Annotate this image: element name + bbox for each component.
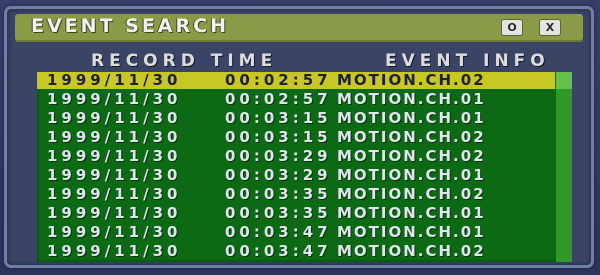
event-time: 00:03:29 [225, 147, 332, 165]
event-info: MOTION.CH.01 [337, 166, 486, 184]
event-row[interactable]: 1999/11/30 00:03:29 MOTION.CH.01 [37, 167, 555, 184]
event-date: 1999/11/30 [47, 147, 182, 165]
event-date: 1999/11/30 [47, 109, 182, 127]
event-info: MOTION.CH.01 [337, 109, 486, 127]
event-time: 00:03:15 [225, 128, 332, 146]
event-row[interactable]: 1999/11/30 00:02:57 MOTION.CH.02 [37, 72, 555, 89]
event-info: MOTION.CH.02 [337, 185, 486, 203]
event-info: MOTION.CH.01 [337, 204, 486, 222]
event-date: 1999/11/30 [47, 223, 182, 241]
event-row[interactable]: 1999/11/30 00:02:57 MOTION.CH.01 [37, 91, 555, 108]
event-date: 1999/11/30 [47, 71, 182, 89]
event-row[interactable]: 1999/11/30 00:03:47 MOTION.CH.01 [37, 224, 555, 241]
event-time: 00:03:29 [225, 166, 332, 184]
event-info: MOTION.CH.02 [337, 128, 486, 146]
event-date: 1999/11/30 [47, 204, 182, 222]
event-date: 1999/11/30 [47, 128, 182, 146]
scroll-thumb[interactable] [556, 72, 572, 89]
event-date: 1999/11/30 [47, 166, 182, 184]
event-time: 00:02:57 [225, 71, 332, 89]
event-list: 1999/11/30 00:02:57 MOTION.CH.02 1999/11/30… [37, 72, 572, 262]
event-info: MOTION.CH.02 [337, 71, 486, 89]
event-row[interactable]: 1999/11/30 00:03:47 MOTION.CH.02 [37, 243, 555, 260]
event-search-window: EVENT SEARCH O X RECORD TIME EVENT INFO … [4, 6, 594, 268]
event-date: 1999/11/30 [47, 90, 182, 108]
event-time: 00:03:35 [225, 185, 332, 203]
event-info: MOTION.CH.02 [337, 147, 486, 165]
event-info: MOTION.CH.01 [337, 223, 486, 241]
event-time: 00:03:47 [225, 242, 332, 260]
event-info: MOTION.CH.02 [337, 242, 486, 260]
event-row[interactable]: 1999/11/30 00:03:35 MOTION.CH.01 [37, 205, 555, 222]
event-row[interactable]: 1999/11/30 00:03:15 MOTION.CH.02 [37, 129, 555, 146]
scrollbar[interactable] [556, 72, 572, 262]
event-date: 1999/11/30 [47, 242, 182, 260]
window-title: EVENT SEARCH [31, 15, 229, 37]
event-date: 1999/11/30 [47, 185, 182, 203]
event-time: 00:03:35 [225, 204, 332, 222]
event-time: 00:03:15 [225, 109, 332, 127]
option-icon[interactable]: O [502, 20, 522, 35]
title-bar: EVENT SEARCH O X [15, 14, 583, 42]
event-time: 00:03:47 [225, 223, 332, 241]
dvr-screen: EVENT SEARCH O X RECORD TIME EVENT INFO … [0, 0, 600, 275]
event-row[interactable]: 1999/11/30 00:03:35 MOTION.CH.02 [37, 186, 555, 203]
event-row[interactable]: 1999/11/30 00:03:15 MOTION.CH.01 [37, 110, 555, 127]
event-time: 00:02:57 [225, 90, 332, 108]
close-icon[interactable]: X [540, 20, 560, 35]
event-info-header: EVENT INFO [385, 51, 550, 71]
record-time-header: RECORD TIME [91, 51, 278, 71]
event-info: MOTION.CH.01 [337, 90, 486, 108]
event-row[interactable]: 1999/11/30 00:03:29 MOTION.CH.02 [37, 148, 555, 165]
